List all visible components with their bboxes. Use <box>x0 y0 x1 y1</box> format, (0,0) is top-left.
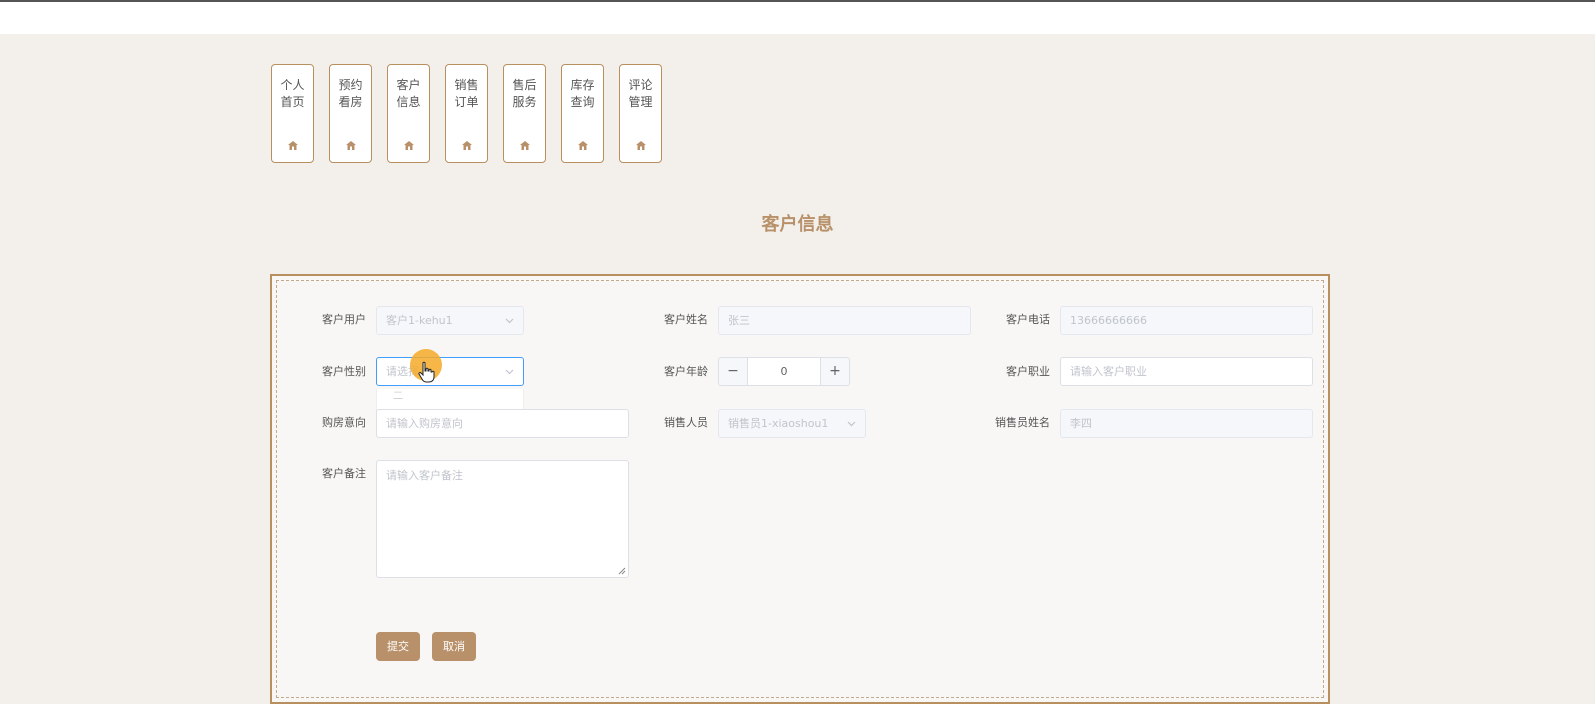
sales-name-input: 李四 <box>1060 409 1313 438</box>
sales-person-select: 销售员1-xiaoshou1 <box>718 409 866 438</box>
kehu-phone-value: 13666666666 <box>1070 314 1147 327</box>
remark-label: 客户备注 <box>322 467 366 480</box>
kehu-job-placeholder: 请输入客户职业 <box>1070 365 1147 378</box>
remark-textarea[interactable]: 请输入客户备注 <box>376 460 629 578</box>
sales-person-value: 销售员1-xiaoshou1 <box>728 417 829 430</box>
house-icon <box>404 141 414 150</box>
chevron-down-icon <box>505 318 514 324</box>
house-icon <box>346 141 356 150</box>
kehu-job-input[interactable]: 请输入客户职业 <box>1060 357 1313 386</box>
kehu-name-label: 客户姓名 <box>664 313 708 326</box>
sales-name-label: 销售员姓名 <box>995 416 1050 429</box>
kehu-age-stepper[interactable]: − 0 + <box>718 357 850 386</box>
kehu-gender-label: 客户性别 <box>322 365 366 378</box>
chevron-down-icon <box>847 421 856 427</box>
house-icon <box>288 141 298 150</box>
sales-name-value: 李四 <box>1070 417 1092 430</box>
house-icon <box>578 141 588 150</box>
house-icon <box>636 141 646 150</box>
remark-placeholder: 请输入客户备注 <box>386 469 463 482</box>
gender-dropdown-option[interactable]: 二 <box>376 389 524 411</box>
decrement-button[interactable]: − <box>719 358 748 385</box>
top-bar <box>0 0 1595 34</box>
hand-pointer-icon <box>418 361 435 383</box>
submit-button[interactable]: 提交 <box>376 632 420 661</box>
intent-placeholder: 请输入购房意向 <box>386 417 463 430</box>
nav-item-sales-order[interactable]: 销售订单 <box>445 64 488 163</box>
cancel-button[interactable]: 取消 <box>432 632 476 661</box>
nav-item-inventory[interactable]: 库存查询 <box>561 64 604 163</box>
kehu-user-value: 客户1-kehu1 <box>386 314 453 327</box>
nav-bar: 个人首页 预约看房 客户信息 销售订单 售后服务 库存查询 评论管理 <box>271 64 662 163</box>
increment-button[interactable]: + <box>820 358 849 385</box>
kehu-user-select: 客户1-kehu1 <box>376 306 524 335</box>
nav-item-after-sales[interactable]: 售后服务 <box>503 64 546 163</box>
resize-handle-icon[interactable] <box>618 567 626 575</box>
kehu-name-value: 张三 <box>728 314 750 327</box>
page-title: 客户信息 <box>761 214 834 235</box>
intent-label: 购房意向 <box>322 416 366 429</box>
kehu-job-label: 客户职业 <box>1006 365 1050 378</box>
chevron-down-icon <box>505 369 514 375</box>
sales-person-label: 销售人员 <box>664 416 708 429</box>
kehu-age-value[interactable]: 0 <box>781 365 788 378</box>
nav-item-comments[interactable]: 评论管理 <box>619 64 662 163</box>
nav-item-label: 评论管理 <box>628 78 653 109</box>
nav-item-label: 客户信息 <box>396 78 421 109</box>
kehu-name-input: 张三 <box>718 306 971 335</box>
kehu-phone-label: 客户电话 <box>1006 313 1050 326</box>
nav-item-booking[interactable]: 预约看房 <box>329 64 372 163</box>
kehu-gender-select[interactable]: 请选择 <box>376 357 524 386</box>
intent-input[interactable]: 请输入购房意向 <box>376 409 629 438</box>
nav-item-label: 个人首页 <box>280 78 305 109</box>
kehu-age-label: 客户年龄 <box>664 365 708 378</box>
nav-item-home[interactable]: 个人首页 <box>271 64 314 163</box>
kehu-user-label: 客户用户 <box>322 313 366 326</box>
nav-item-label: 库存查询 <box>570 78 595 109</box>
nav-item-label: 预约看房 <box>338 78 363 109</box>
house-icon <box>520 141 530 150</box>
nav-item-customer-info[interactable]: 客户信息 <box>387 64 430 163</box>
dropdown-option-label: 二 <box>393 391 403 402</box>
nav-item-label: 销售订单 <box>454 78 479 109</box>
house-icon <box>462 141 472 150</box>
nav-item-label: 售后服务 <box>512 78 537 109</box>
kehu-phone-input: 13666666666 <box>1060 306 1313 335</box>
